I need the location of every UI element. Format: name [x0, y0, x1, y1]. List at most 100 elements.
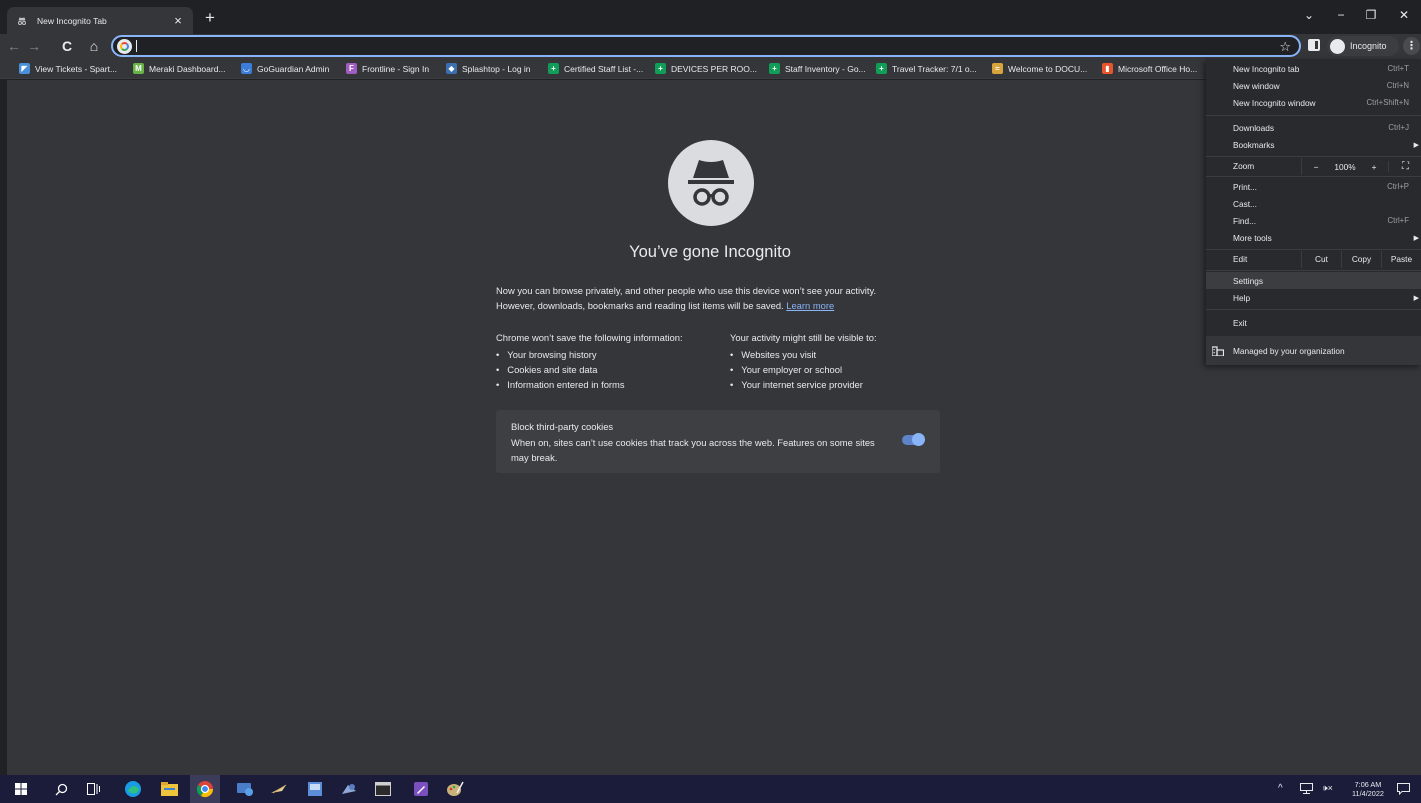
intro-text-line2: However, downloads, bookmarks and readin…	[496, 298, 834, 313]
not-saved-list: Your browsing historyCookies and site da…	[496, 347, 625, 392]
bookmark-label: View Tickets - Spart...	[35, 63, 118, 74]
tab-close-icon[interactable]: ×	[171, 13, 185, 28]
tab-new-incognito[interactable]: New Incognito Tab ×	[7, 7, 193, 34]
paste-button[interactable]: Paste	[1381, 251, 1421, 268]
menu-find[interactable]: Find... Ctrl+F	[1206, 212, 1421, 229]
address-bar[interactable]: ☆	[111, 35, 1301, 57]
menu-item-label: Bookmarks	[1233, 139, 1275, 150]
browser-window: New Incognito Tab × + ⌄ − ❐ ✕ ← → C ⌂ ☆ …	[0, 0, 1421, 775]
chrome-taskbar-icon[interactable]	[190, 775, 220, 803]
zoom-in-button[interactable]: +	[1360, 162, 1388, 172]
splashtop-icon: ◆	[446, 63, 457, 74]
bookmark-item[interactable]: + Certified Staff List -...	[548, 61, 643, 76]
edit-label: Edit	[1233, 254, 1248, 264]
menu-item-label: Cast...	[1233, 198, 1257, 209]
file-explorer-icon[interactable]	[160, 780, 178, 798]
windows-start-icon[interactable]	[12, 780, 30, 798]
bookmark-item[interactable]: ≈ Welcome to DOCU...	[992, 61, 1087, 76]
chrome-menu-button[interactable]: ⋮	[1403, 37, 1420, 55]
list-item: Cookies and site data	[496, 362, 625, 377]
visible-heading: Your activity might still be visible to:	[730, 332, 877, 343]
menu-cast[interactable]: Cast...	[1206, 195, 1421, 212]
bookmark-item[interactable]: F Frontline - Sign In	[346, 61, 429, 76]
third-party-cookies-card: Block third-party cookies When on, sites…	[496, 410, 940, 473]
toggle-knob	[912, 433, 925, 446]
frontline-icon: F	[346, 63, 357, 74]
menu-shortcut: Ctrl+F	[1387, 216, 1409, 225]
submenu-arrow-icon: ▶	[1413, 294, 1419, 302]
feather-app-icon[interactable]	[270, 780, 288, 798]
menu-new-incognito-tab[interactable]: New Incognito tab Ctrl+T	[1206, 60, 1421, 77]
menu-downloads[interactable]: Downloads Ctrl+J	[1206, 119, 1421, 136]
menu-settings[interactable]: Settings	[1206, 272, 1421, 289]
back-button[interactable]: ←	[4, 36, 24, 56]
text-caret	[136, 40, 137, 52]
bookmark-item[interactable]: ▮ Microsoft Office Ho...	[1102, 61, 1197, 76]
minimize-button[interactable]: −	[1327, 5, 1355, 25]
menu-edit-row: Edit Cut Copy Paste	[1206, 251, 1421, 268]
tab-strip: New Incognito Tab × + ⌄ − ❐ ✕	[0, 0, 1421, 34]
pen-app-icon[interactable]	[412, 780, 430, 798]
menu-bookmarks[interactable]: Bookmarks ▶	[1206, 136, 1421, 153]
network-tool-icon[interactable]	[340, 780, 358, 798]
menu-exit[interactable]: Exit	[1206, 314, 1421, 331]
paint-app-icon[interactable]	[446, 780, 464, 798]
tab-search-button[interactable]: ⌄	[1295, 5, 1323, 25]
cut-button[interactable]: Cut	[1301, 251, 1341, 268]
list-item: Your browsing history	[496, 347, 625, 362]
menu-help[interactable]: Help ▶	[1206, 289, 1421, 306]
reload-button[interactable]: C	[57, 36, 77, 56]
bookmark-star-icon[interactable]: ☆	[1279, 39, 1291, 55]
forward-button[interactable]: →	[24, 36, 44, 56]
tray-chevron-icon[interactable]: ^	[1278, 783, 1283, 794]
edge-icon[interactable]	[124, 780, 142, 798]
taskbar-clock[interactable]: 7:06 AM 11/4/2022	[1346, 780, 1390, 798]
search-icon[interactable]	[52, 780, 70, 798]
terminal-icon[interactable]	[374, 780, 392, 798]
menu-item-label: New Incognito tab	[1233, 63, 1300, 74]
menu-new-window[interactable]: New window Ctrl+N	[1206, 77, 1421, 94]
bookmark-item[interactable]: + DEVICES PER ROO...	[655, 61, 757, 76]
new-tab-button[interactable]: +	[200, 8, 220, 28]
menu-new-incognito-window[interactable]: New Incognito window Ctrl+Shift+N	[1206, 94, 1421, 111]
close-window-button[interactable]: ✕	[1390, 5, 1418, 25]
copy-button[interactable]: Copy	[1341, 251, 1381, 268]
task-view-icon[interactable]	[84, 780, 102, 798]
bookmark-item[interactable]: ◡ GoGuardian Admin	[241, 61, 329, 76]
bookmark-item[interactable]: + Staff Inventory - Go...	[769, 61, 866, 76]
edit-buttons: Cut Copy Paste	[1301, 251, 1421, 268]
bookmark-item[interactable]: M Meraki Dashboard...	[133, 61, 226, 76]
block-cookies-toggle[interactable]	[902, 433, 925, 446]
bookmark-item[interactable]: ◆ Splashtop - Log in	[446, 61, 531, 76]
bookmark-label: Travel Tracker: 7/1 o...	[892, 63, 977, 74]
incognito-profile-button[interactable]: Incognito	[1327, 36, 1399, 56]
building-icon	[1211, 345, 1225, 357]
menu-item-label: New Incognito window	[1233, 97, 1316, 108]
admin-tool-icon[interactable]	[306, 780, 324, 798]
meraki-icon: M	[133, 63, 144, 74]
bookmark-label: Meraki Dashboard...	[149, 63, 226, 74]
zoom-out-button[interactable]: −	[1302, 162, 1330, 172]
notifications-icon[interactable]	[1394, 780, 1412, 798]
learn-more-link[interactable]: Learn more	[786, 300, 834, 311]
menu-shortcut: Ctrl+Shift+N	[1366, 98, 1409, 107]
remote-app-icon[interactable]	[236, 780, 254, 798]
bookmark-item[interactable]: + Travel Tracker: 7/1 o...	[876, 61, 977, 76]
managed-by-org[interactable]: Managed by your organization	[1206, 336, 1421, 365]
restore-button[interactable]: ❐	[1357, 5, 1385, 25]
menu-item-label: New window	[1233, 80, 1280, 91]
cookie-card-title: Block third-party cookies	[511, 421, 614, 432]
list-item: Your internet service provider	[730, 377, 863, 392]
menu-print[interactable]: Print... Ctrl+P	[1206, 178, 1421, 195]
fullscreen-icon[interactable]: ⛶	[1388, 161, 1421, 172]
volume-muted-icon[interactable]: 🕩×	[1322, 783, 1333, 794]
bookmark-item[interactable]: ◤ View Tickets - Spart...	[19, 61, 117, 76]
bookmark-label: GoGuardian Admin	[257, 63, 330, 74]
menu-more-tools[interactable]: More tools ▶	[1206, 229, 1421, 246]
menu-shortcut: Ctrl+N	[1386, 81, 1409, 90]
network-icon[interactable]	[1300, 783, 1313, 797]
home-button[interactable]: ⌂	[84, 36, 104, 56]
menu-separator	[1206, 115, 1421, 116]
side-panel-icon[interactable]	[1308, 39, 1320, 51]
menu-shortcut: Ctrl+T	[1387, 64, 1409, 73]
